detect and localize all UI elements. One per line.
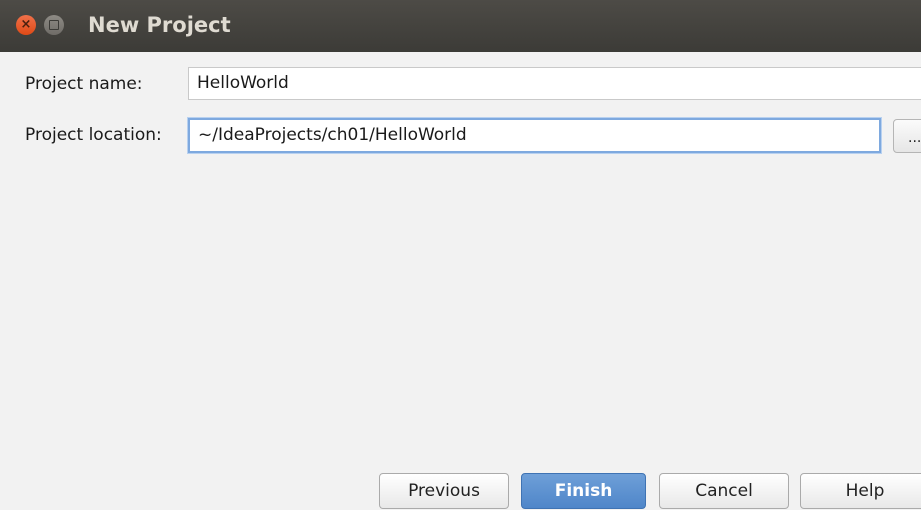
- browse-button[interactable]: ...: [893, 119, 921, 153]
- minimize-icon: [49, 20, 59, 30]
- project-name-label: Project name:: [25, 74, 143, 94]
- cancel-button[interactable]: Cancel: [659, 473, 789, 509]
- previous-button[interactable]: Previous: [379, 473, 509, 509]
- finish-button[interactable]: Finish: [521, 473, 646, 509]
- title-bar: × New Project: [0, 0, 921, 52]
- window-title: New Project: [88, 13, 231, 37]
- project-location-label: Project location:: [25, 125, 162, 145]
- project-location-field[interactable]: ~/IdeaProjects/ch01/HelloWorld: [188, 118, 881, 153]
- close-button[interactable]: ×: [16, 15, 36, 35]
- close-icon: ×: [20, 17, 32, 32]
- project-name-field[interactable]: HelloWorld: [188, 67, 921, 100]
- minimize-button[interactable]: [44, 15, 64, 35]
- help-button[interactable]: Help: [800, 473, 921, 509]
